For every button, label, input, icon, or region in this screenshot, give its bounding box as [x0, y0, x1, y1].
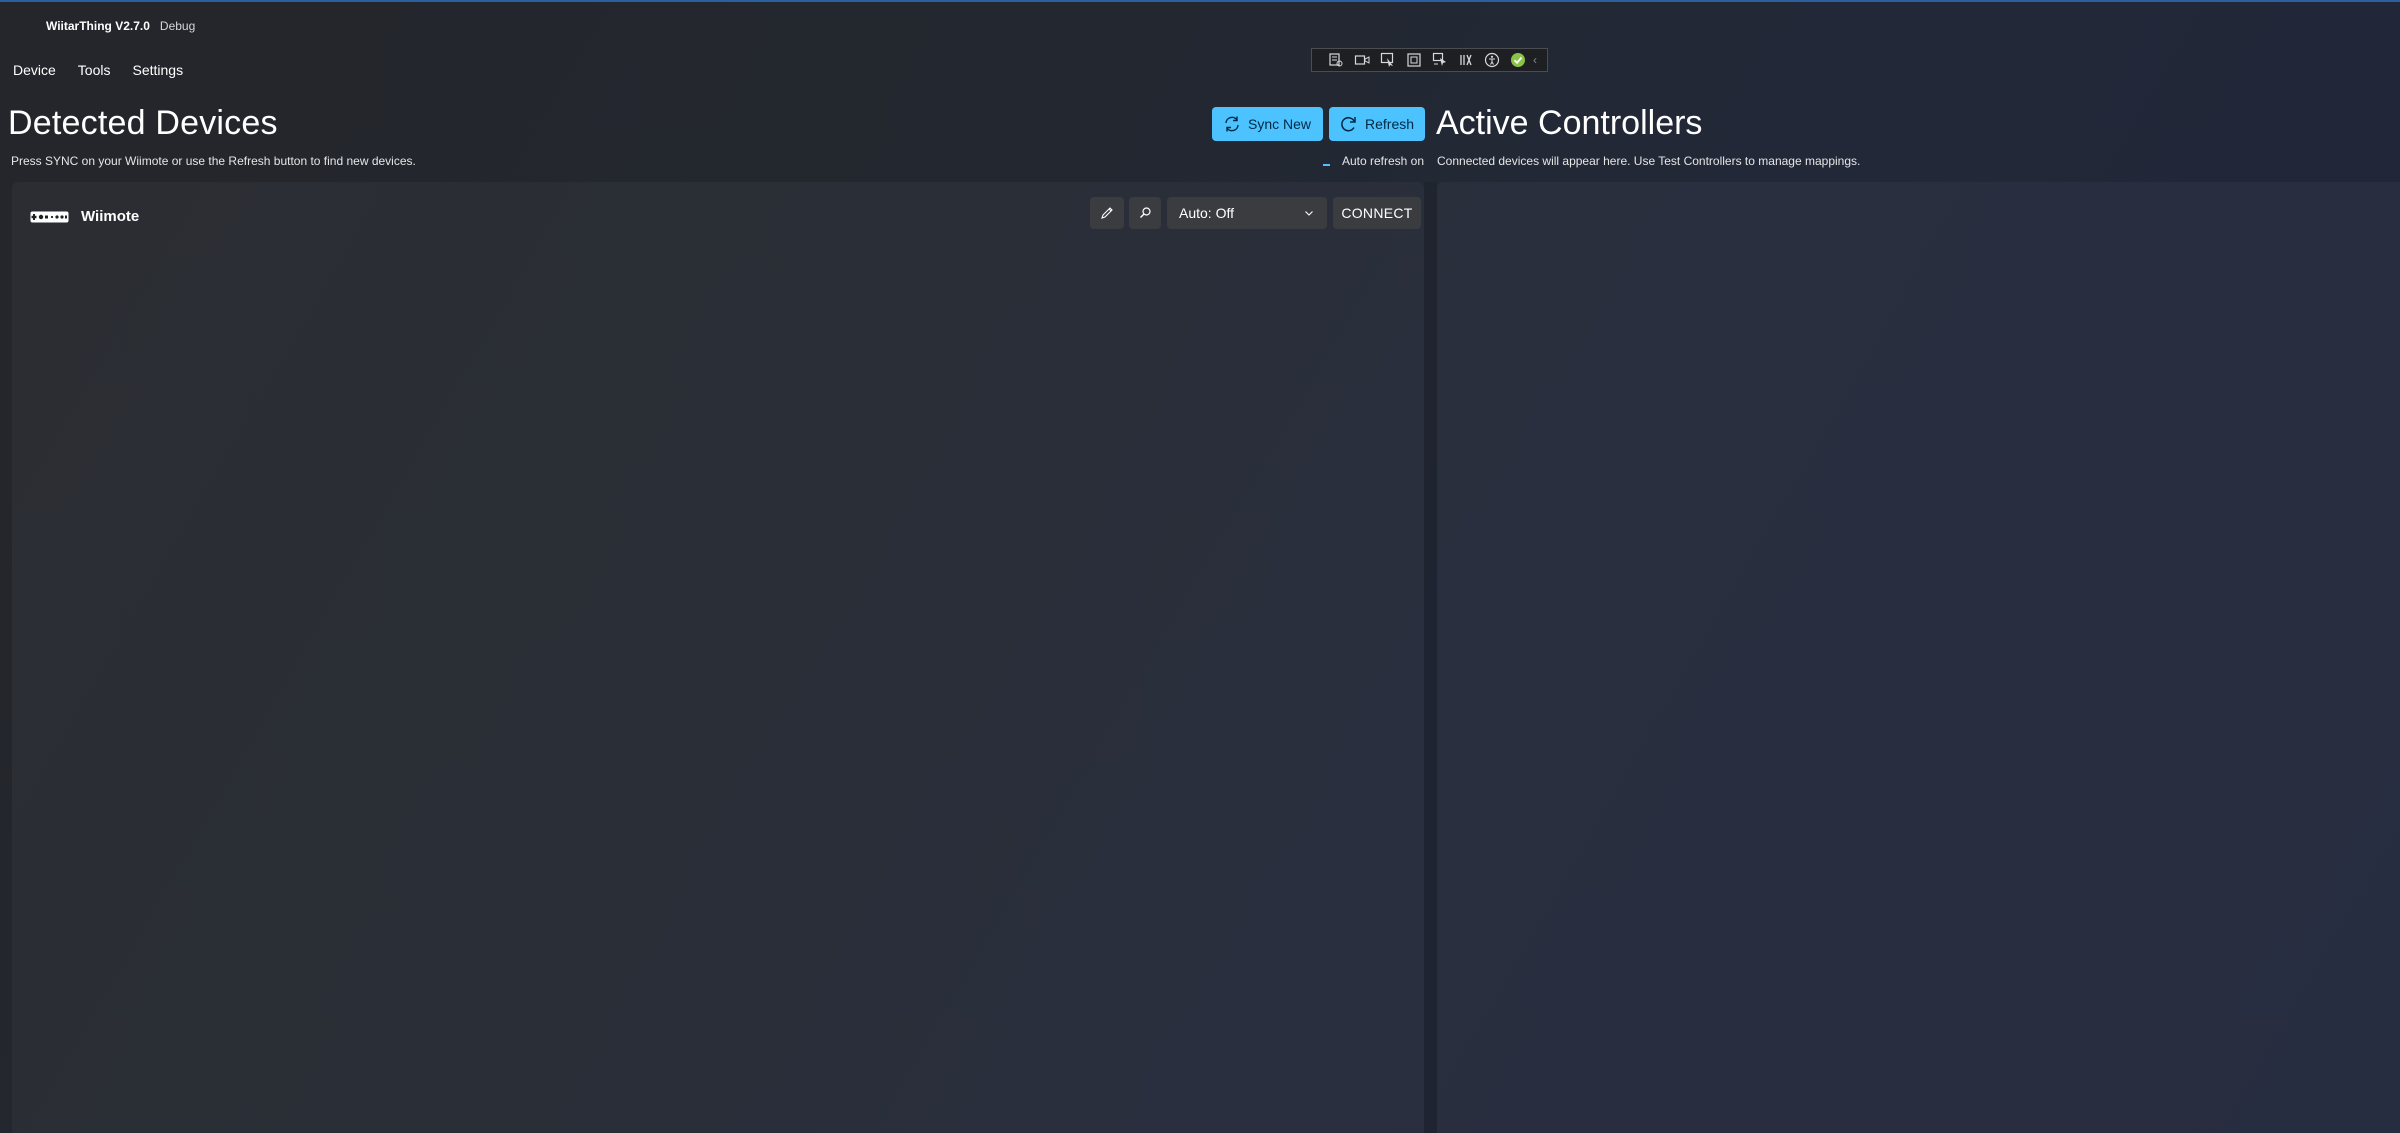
auto-refresh-label: Auto refresh on	[1341, 154, 1424, 168]
refresh-label: Refresh	[1365, 116, 1415, 132]
search-icon	[1140, 207, 1151, 218]
sync-new-label: Sync New	[1248, 116, 1312, 132]
sync-icon	[1225, 116, 1239, 132]
wiimote-icon	[30, 211, 69, 223]
debug-label: Debug	[159, 19, 196, 33]
rename-button[interactable]	[1090, 197, 1124, 229]
window-top-border	[0, 0, 2400, 2]
accessibility-icon[interactable]	[1480, 50, 1503, 70]
xaml-debug-toolbar: ‹	[1311, 48, 1548, 72]
checkmark-icon[interactable]	[1506, 50, 1529, 70]
auto-connect-value: Auto: Off	[1179, 205, 1234, 221]
active-controllers-subtitle: Connected devices will appear here. Use …	[1437, 154, 1861, 168]
menu-device[interactable]: Device	[0, 62, 68, 78]
menu-settings[interactable]: Settings	[122, 62, 195, 78]
refresh-icon	[1341, 116, 1356, 132]
detected-devices-subtitle: Press SYNC on your Wiimote or use the Re…	[11, 154, 416, 168]
live-visual-tree-icon[interactable]	[1324, 50, 1347, 70]
pencil-icon	[1101, 207, 1113, 219]
refresh-button[interactable]: Refresh	[1329, 107, 1425, 141]
panel-divider	[1424, 182, 1437, 1133]
auto-connect-dropdown[interactable]: Auto: Off	[1167, 197, 1327, 229]
video-icon[interactable]	[1350, 50, 1373, 70]
auto-refresh-toggle[interactable]: Auto refresh on	[1322, 154, 1424, 168]
collapse-chevron-icon[interactable]: ‹	[1533, 53, 1537, 67]
detected-devices-title: Detected Devices	[8, 104, 278, 142]
connect-button[interactable]: CONNECT	[1333, 197, 1421, 229]
binding-failures-icon[interactable]	[1454, 50, 1477, 70]
menu-bar: Device Tools Settings	[0, 58, 195, 82]
auto-refresh-indicator	[1322, 164, 1330, 166]
chevron-down-icon	[1305, 211, 1313, 216]
select-element-icon[interactable]	[1376, 50, 1399, 70]
active-controllers-title: Active Controllers	[1436, 104, 1703, 142]
identify-button[interactable]	[1129, 197, 1161, 229]
active-controllers-panel	[1437, 182, 2400, 1133]
track-focused-element-icon[interactable]	[1428, 50, 1451, 70]
sync-new-button[interactable]: Sync New	[1212, 107, 1323, 141]
display-layout-adorners-icon[interactable]	[1402, 50, 1425, 70]
device-name: Wiimote	[81, 208, 140, 225]
app-title: WiitarThing V2.7.0	[46, 19, 150, 33]
device-row: Wiimote Auto: Off CONNECT	[12, 196, 1424, 236]
title-bar: WiitarThing V2.7.0 Debug	[46, 18, 195, 34]
detected-devices-panel: Wiimote Auto: Off CONNECT	[12, 182, 1424, 1133]
menu-tools[interactable]: Tools	[68, 62, 123, 78]
